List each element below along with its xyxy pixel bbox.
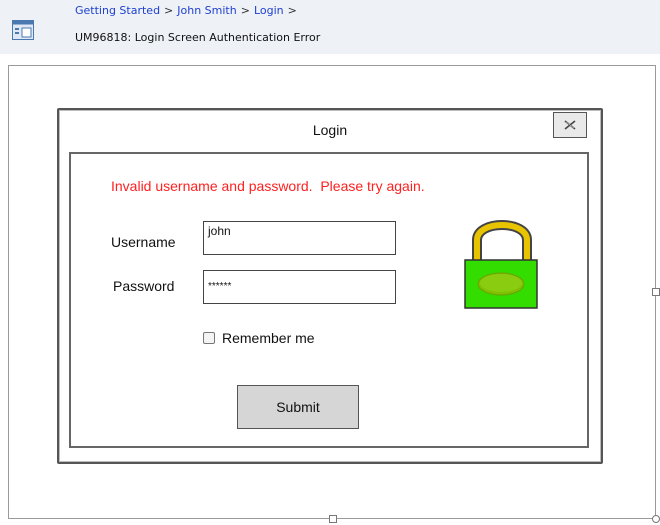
breadcrumb-login[interactable]: Login: [254, 4, 284, 17]
login-dialog: Login Invalid username and password. Ple…: [57, 108, 603, 464]
username-label: Username: [111, 234, 176, 250]
padlock-icon: [464, 220, 538, 309]
error-message: Invalid username and password. Please tr…: [111, 178, 425, 194]
page-header: Getting Started > John Smith > Login > UM9681…: [0, 0, 660, 54]
login-form: Invalid username and password. Please tr…: [69, 152, 589, 448]
close-button[interactable]: [553, 112, 587, 138]
breadcrumb-john-smith[interactable]: John Smith: [177, 4, 236, 17]
dialog-title: Login: [312, 122, 348, 138]
breadcrumb: Getting Started > John Smith > Login >: [75, 3, 301, 19]
breadcrumb-separator: >: [164, 4, 174, 17]
breadcrumb-getting-started[interactable]: Getting Started: [75, 4, 160, 17]
remember-me-label: Remember me: [222, 330, 315, 346]
username-field[interactable]: john: [203, 221, 396, 255]
breadcrumb-separator: >: [240, 4, 250, 17]
close-icon: [564, 120, 576, 130]
resize-handle-bottom[interactable]: [329, 515, 337, 523]
remember-me-checkbox[interactable]: Remember me: [203, 330, 315, 346]
password-label: Password: [113, 278, 175, 294]
page-title: UM96818: Login Screen Authentication Err…: [75, 31, 321, 44]
checkbox-icon[interactable]: [203, 332, 215, 344]
password-field[interactable]: ******: [203, 270, 396, 304]
breadcrumb-separator: >: [287, 4, 297, 17]
resize-handle-right[interactable]: [652, 288, 660, 296]
submit-button[interactable]: Submit: [237, 385, 359, 429]
app-window-icon: [12, 20, 34, 40]
resize-handle-corner[interactable]: [652, 515, 660, 523]
